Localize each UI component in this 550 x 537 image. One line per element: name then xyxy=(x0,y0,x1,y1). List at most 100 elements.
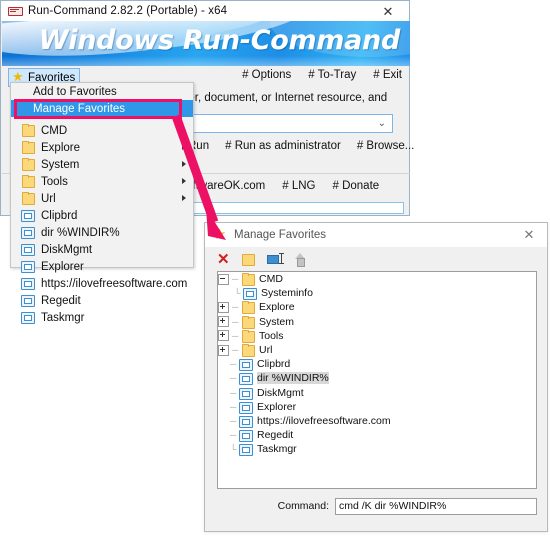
menu-item-label: dir %WINDIR% xyxy=(41,226,120,239)
tree-node-label: Explorer xyxy=(257,400,297,413)
script-icon xyxy=(239,358,253,372)
tree-line: ─ xyxy=(232,345,239,356)
menu-item-label: System xyxy=(41,158,80,171)
chevron-down-icon[interactable]: ⌄ xyxy=(378,118,386,129)
menu-item-label: Taskmgr xyxy=(41,311,85,324)
tree-node[interactable]: ─ Tools xyxy=(218,329,536,343)
script-icon xyxy=(239,415,253,428)
menu-item-add-to-favorites[interactable]: Add to Favorites xyxy=(11,83,193,100)
tree-line: ─ xyxy=(232,316,239,327)
new-folder-icon[interactable] xyxy=(241,253,255,266)
favorites-tree[interactable]: ─ CMD └ Systeminfo ─ Explore ─ System ─ … xyxy=(217,271,537,489)
command-input[interactable]: cmd /K dir %WINDIR% xyxy=(335,497,537,515)
script-icon xyxy=(243,287,257,301)
collapse-icon[interactable] xyxy=(218,273,229,285)
tree-line: ─ xyxy=(230,387,237,398)
command-row: Command: cmd /K dir %WINDIR% xyxy=(217,497,537,515)
folder-icon xyxy=(241,273,255,287)
menu-item-system[interactable]: System xyxy=(11,156,193,173)
menu-item-label: Url xyxy=(41,192,56,205)
tree-node[interactable]: ─ Explore xyxy=(218,300,536,315)
folder-icon xyxy=(241,315,255,329)
menu-item-clipbrd[interactable]: Clipbrd xyxy=(11,207,193,224)
tree-line: ─ xyxy=(230,373,237,384)
delete-icon[interactable]: ✕ xyxy=(217,252,230,267)
exit-menu-item[interactable]: # Exit xyxy=(373,69,402,81)
submenu-arrow-icon xyxy=(182,195,186,201)
submenu-arrow-icon xyxy=(182,161,186,167)
folder-icon xyxy=(21,141,35,154)
to-tray-menu-item[interactable]: # To-Tray xyxy=(308,69,356,81)
menu-item-taskmgr[interactable]: Taskmgr xyxy=(11,309,193,326)
script-icon xyxy=(239,401,253,414)
tree-node-label: Taskmgr xyxy=(257,443,297,456)
tree-line: └ xyxy=(230,444,237,455)
folder-icon xyxy=(241,344,255,358)
expand-icon[interactable] xyxy=(218,316,229,328)
tree-node[interactable]: ─ dir %WINDIR% xyxy=(218,371,536,386)
tree-node[interactable]: └ Systeminfo xyxy=(218,286,536,301)
tree-line: ─ xyxy=(232,274,239,285)
folder-icon xyxy=(21,192,35,205)
tree-node[interactable]: ─ DiskMgmt xyxy=(218,386,536,400)
menu-item-explorer[interactable]: Explorer xyxy=(11,258,193,275)
menu-item-ilovefreesoftware[interactable]: https://ilovefreesoftware.com xyxy=(11,275,193,292)
command-combobox[interactable]: ⌄ xyxy=(190,114,393,133)
menu-item-dir-windir[interactable]: dir %WINDIR% xyxy=(11,224,193,241)
app-icon xyxy=(7,3,23,19)
screenshot-root: Run-Command 2.82.2 (Portable) - x64 ✕ Wi… xyxy=(0,0,550,537)
softwareok-link[interactable]: oftwareOK.com xyxy=(186,180,265,192)
expand-icon[interactable] xyxy=(218,344,229,356)
browse-button[interactable]: # Browse... xyxy=(357,140,415,152)
menu-item-url[interactable]: Url xyxy=(11,190,193,207)
menu-item-label: https://ilovefreesoftware.com xyxy=(41,277,188,290)
menu-item-label: Tools xyxy=(41,175,68,188)
script-icon xyxy=(21,209,35,222)
tree-line: ─ xyxy=(230,401,237,412)
menu-item-explore[interactable]: Explore xyxy=(11,139,193,156)
manage-favorites-titlebar: ★ Manage Favorites ✕ xyxy=(205,223,547,247)
options-menu-item[interactable]: # Options xyxy=(242,69,291,81)
submenu-arrow-icon xyxy=(182,127,186,133)
menu-item-label: CMD xyxy=(41,124,68,137)
move-up-icon[interactable] xyxy=(294,252,307,267)
tree-node-label: DiskMgmt xyxy=(257,386,304,399)
menu-item-regedit[interactable]: Regedit xyxy=(11,292,193,309)
rename-icon[interactable] xyxy=(266,253,284,265)
script-icon xyxy=(21,243,35,256)
tree-node-label: Url xyxy=(259,344,273,357)
tree-node-label: Clipbrd xyxy=(257,358,291,371)
folder-icon xyxy=(21,158,35,171)
folder-icon xyxy=(241,329,255,343)
main-window-title: Run-Command 2.82.2 (Portable) - x64 xyxy=(28,5,228,17)
tree-node[interactable]: ─ Clipbrd xyxy=(218,357,536,372)
menu-item-label: Explorer xyxy=(41,260,84,273)
tree-node[interactable]: ─ CMD xyxy=(218,272,536,287)
tree-node-label: CMD xyxy=(259,273,283,286)
tree-node[interactable]: └ Taskmgr xyxy=(218,442,536,457)
tree-node[interactable]: ─ Regedit xyxy=(218,428,536,443)
main-close-button[interactable]: ✕ xyxy=(367,1,409,21)
run-as-administrator-button[interactable]: # Run as administrator xyxy=(225,140,341,152)
manage-favorites-close-button[interactable]: ✕ xyxy=(511,223,547,247)
menu-item-label: Explore xyxy=(41,141,80,154)
expand-icon[interactable] xyxy=(218,330,229,342)
donate-link[interactable]: # Donate xyxy=(333,180,380,192)
menu-item-diskmgmt[interactable]: DiskMgmt xyxy=(11,241,193,258)
tree-node[interactable]: ─ System xyxy=(218,315,536,329)
expand-icon[interactable] xyxy=(218,301,229,313)
menu-item-label: Add to Favorites xyxy=(33,85,117,98)
lng-link[interactable]: # LNG xyxy=(282,180,315,192)
tree-node[interactable]: ─ https://ilovefreesoftware.com xyxy=(218,414,536,428)
tree-node[interactable]: ─ Url xyxy=(218,343,536,358)
menu-item-tools[interactable]: Tools xyxy=(11,173,193,190)
tree-node-label: System xyxy=(259,315,295,328)
app-banner: Windows Run-Command xyxy=(2,21,410,66)
tree-line: ─ xyxy=(230,430,237,441)
tree-node[interactable]: ─ Explorer xyxy=(218,400,536,414)
menu-item-cmd[interactable]: CMD xyxy=(11,122,193,139)
tree-line: ─ xyxy=(230,415,237,426)
footer-links: oftwareOK.com # LNG # Donate xyxy=(186,180,379,192)
banner-title: Windows Run-Command xyxy=(38,25,401,56)
script-icon xyxy=(239,372,253,386)
